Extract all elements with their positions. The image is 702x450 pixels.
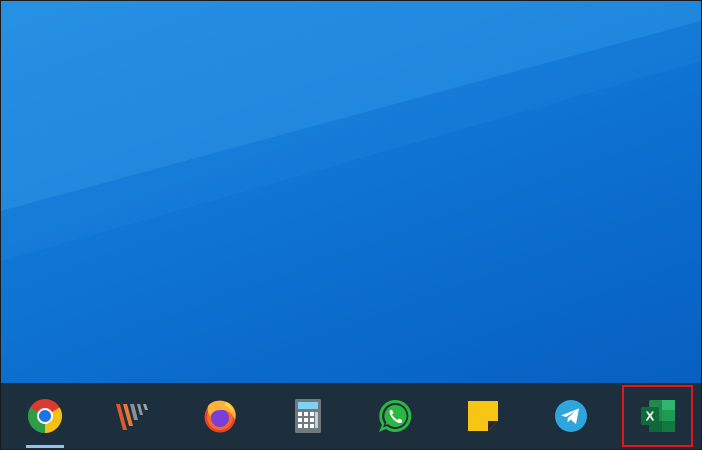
taskbar-item-firefox[interactable]	[193, 388, 247, 444]
taskbar-item-calculator[interactable]	[281, 388, 335, 444]
taskbar-item-whatsapp[interactable]	[369, 388, 423, 444]
chrome-icon	[27, 399, 62, 433]
telegram-icon	[554, 400, 587, 432]
taskbar-item-sticky-notes[interactable]	[456, 388, 510, 444]
taskbar-item-app[interactable]	[106, 388, 160, 444]
app-icon	[116, 404, 149, 430]
desktop-background	[1, 1, 701, 383]
calculator-icon	[294, 399, 321, 433]
whatsapp-icon	[379, 399, 412, 432]
taskbar-item-telegram[interactable]	[544, 388, 598, 444]
wallpaper-light-ray	[1, 1, 701, 261]
sticky-notes-icon	[467, 401, 498, 431]
firefox-icon	[204, 400, 236, 433]
screen: X	[0, 0, 702, 450]
taskbar-item-chrome[interactable]	[18, 388, 72, 448]
excel-icon: X	[640, 400, 675, 432]
taskbar: X	[1, 383, 701, 449]
excel-icon-letter: X	[645, 409, 654, 424]
taskbar-item-excel[interactable]: X	[622, 385, 693, 447]
